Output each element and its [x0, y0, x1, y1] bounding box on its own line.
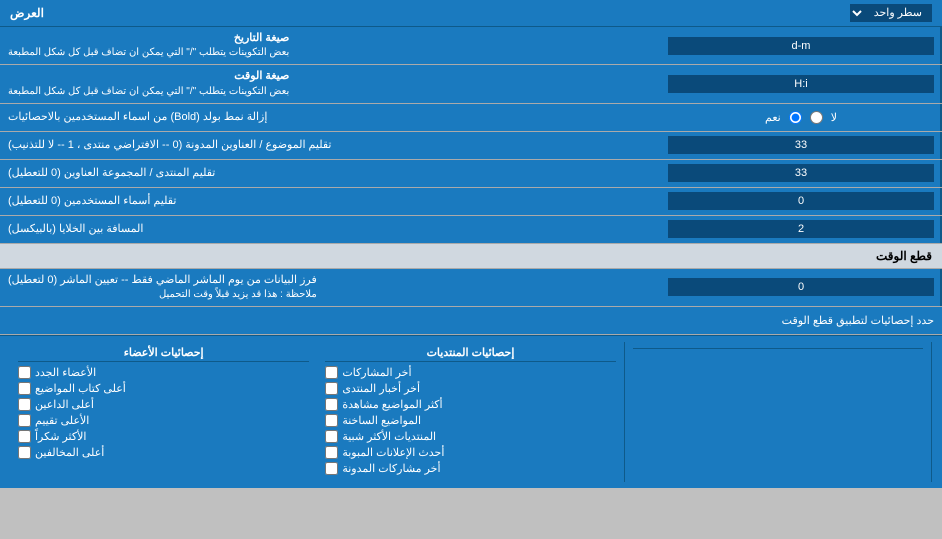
checkbox-label: أخر المشاركات [342, 366, 411, 379]
checkbox-label: الأعلى تقييم [35, 414, 89, 427]
page-title: العرض [10, 6, 44, 20]
topic-trim-input[interactable]: 33 [668, 136, 934, 154]
bold-radio-container: لا نعم [662, 104, 942, 131]
checkbox-item: أخر المشاركات [325, 366, 615, 379]
username-trim-label: تقليم أسماء المستخدمين (0 للتعطيل) [0, 188, 662, 215]
bold-remove-row: لا نعم إزالة نمط بولد (Bold) من اسماء ال… [0, 104, 942, 132]
time-format-input-container: H:i [662, 65, 942, 102]
checkbox-input[interactable] [18, 366, 31, 379]
checkbox-input[interactable] [325, 398, 338, 411]
checkbox-item: أعلى كتاب المواضيع [18, 382, 309, 395]
checkbox-input[interactable] [18, 398, 31, 411]
restrict-row: حدد إحصائيات لتطبيق قطع الوقت [0, 307, 942, 335]
checkboxes-area: إحصائيات المنتديات أخر المشاركات أخر أخب… [0, 335, 942, 488]
cell-spacing-input[interactable]: 2 [668, 220, 934, 238]
checkbox-input[interactable] [18, 446, 31, 459]
checkbox-input[interactable] [325, 446, 338, 459]
radio-no-label: لا [831, 111, 837, 124]
time-format-label: صيغة الوقت بعض التكوينات يتطلب "/" التي … [0, 65, 662, 102]
radio-yes[interactable] [789, 111, 802, 124]
checkbox-item: أخر أخبار المنتدى [325, 382, 615, 395]
date-format-input[interactable]: d-m [668, 37, 934, 55]
date-format-input-container: d-m [662, 27, 942, 64]
cell-spacing-row: 2 المسافة بين الخلايا (بالبيكسل) [0, 216, 942, 244]
checkbox-input[interactable] [325, 366, 338, 379]
topic-trim-input-container: 33 [662, 132, 942, 159]
date-format-label: صيغة التاريخ بعض التكوينات يتطلب "/" الت… [0, 27, 662, 64]
checkbox-label: أخر أخبار المنتدى [342, 382, 420, 395]
cutoff-value-row: 0 فرز البيانات من يوم الماشر الماضي فقط … [0, 269, 942, 307]
forum-trim-row: 33 تقليم المنتدى / المجموعة العناوين (0 … [0, 160, 942, 188]
radio-yes-label: نعم [765, 111, 781, 124]
time-format-input[interactable]: H:i [668, 75, 934, 93]
checkbox-col-3 [625, 342, 932, 482]
checkbox-label: الأعضاء الجدد [35, 366, 96, 379]
checkbox-item: أعلى المخالفين [18, 446, 309, 459]
checkbox-item: الأعضاء الجدد [18, 366, 309, 379]
checkbox-input[interactable] [18, 430, 31, 443]
checkbox-item: المنتديات الأكثر شبية [325, 430, 615, 443]
checkbox-label: الأكثر شكراً [35, 430, 86, 443]
checkbox-input[interactable] [325, 430, 338, 443]
checkbox-item: أكثر المواضيع مشاهدة [325, 398, 615, 411]
restrict-label: حدد إحصائيات لتطبيق قطع الوقت [0, 310, 942, 331]
cell-spacing-input-container: 2 [662, 216, 942, 243]
date-format-row: d-m صيغة التاريخ بعض التكوينات يتطلب "/"… [0, 27, 942, 65]
checkbox-item: الأعلى تقييم [18, 414, 309, 427]
cutoff-section-header: قطع الوقت [0, 244, 942, 269]
checkbox-item: أخر مشاركات المدونة [325, 462, 615, 475]
username-trim-input-container: 0 [662, 188, 942, 215]
checkbox-label: أكثر المواضيع مشاهدة [342, 398, 442, 411]
checkbox-input[interactable] [325, 414, 338, 427]
forum-trim-input-container: 33 [662, 160, 942, 187]
checkbox-label: أعلى المخالفين [35, 446, 104, 459]
col1-header: إحصائيات الأعضاء [18, 346, 309, 362]
col2-header: إحصائيات المنتديات [325, 346, 615, 362]
forum-trim-label: تقليم المنتدى / المجموعة العناوين (0 للت… [0, 160, 662, 187]
checkbox-input[interactable] [18, 382, 31, 395]
rows-dropdown[interactable]: سطر واحدسطرينثلاثة أسطر [850, 4, 932, 22]
cell-spacing-label: المسافة بين الخلايا (بالبيكسل) [0, 216, 662, 243]
checkboxes-grid: إحصائيات المنتديات أخر المشاركات أخر أخب… [10, 342, 932, 482]
checkbox-label: أحدث الإعلانات المبوبة [342, 446, 444, 459]
checkbox-col-1: إحصائيات الأعضاء الأعضاء الجدد أعلى كتاب… [10, 342, 317, 482]
checkbox-label: المنتديات الأكثر شبية [342, 430, 436, 443]
cutoff-input[interactable]: 0 [668, 278, 934, 296]
time-format-row: H:i صيغة الوقت بعض التكوينات يتطلب "/" ا… [0, 65, 942, 103]
topic-trim-label: تقليم الموضوع / العناوين المدونة (0 -- ا… [0, 132, 662, 159]
checkbox-label: أعلى الداعين [35, 398, 94, 411]
bold-remove-label: إزالة نمط بولد (Bold) من اسماء المستخدمي… [0, 104, 662, 131]
cutoff-input-container: 0 [662, 269, 942, 306]
forum-trim-input[interactable]: 33 [668, 164, 934, 182]
checkbox-item: المواضيع الساخنة [325, 414, 615, 427]
cutoff-value-label: فرز البيانات من يوم الماشر الماضي فقط --… [0, 269, 662, 306]
checkbox-item: الأكثر شكراً [18, 430, 309, 443]
username-trim-row: 0 تقليم أسماء المستخدمين (0 للتعطيل) [0, 188, 942, 216]
radio-no[interactable] [810, 111, 823, 124]
checkbox-label: أخر مشاركات المدونة [342, 462, 440, 475]
checkbox-input[interactable] [325, 462, 338, 475]
col3-header [633, 346, 923, 349]
checkbox-input[interactable] [18, 414, 31, 427]
checkbox-item: أحدث الإعلانات المبوبة [325, 446, 615, 459]
checkbox-item: أعلى الداعين [18, 398, 309, 411]
checkbox-input[interactable] [325, 382, 338, 395]
checkbox-col-2: إحصائيات المنتديات أخر المشاركات أخر أخب… [317, 342, 624, 482]
username-trim-input[interactable]: 0 [668, 192, 934, 210]
checkbox-label: المواضيع الساخنة [342, 414, 421, 427]
topic-trim-row: 33 تقليم الموضوع / العناوين المدونة (0 -… [0, 132, 942, 160]
checkbox-label: أعلى كتاب المواضيع [35, 382, 126, 395]
